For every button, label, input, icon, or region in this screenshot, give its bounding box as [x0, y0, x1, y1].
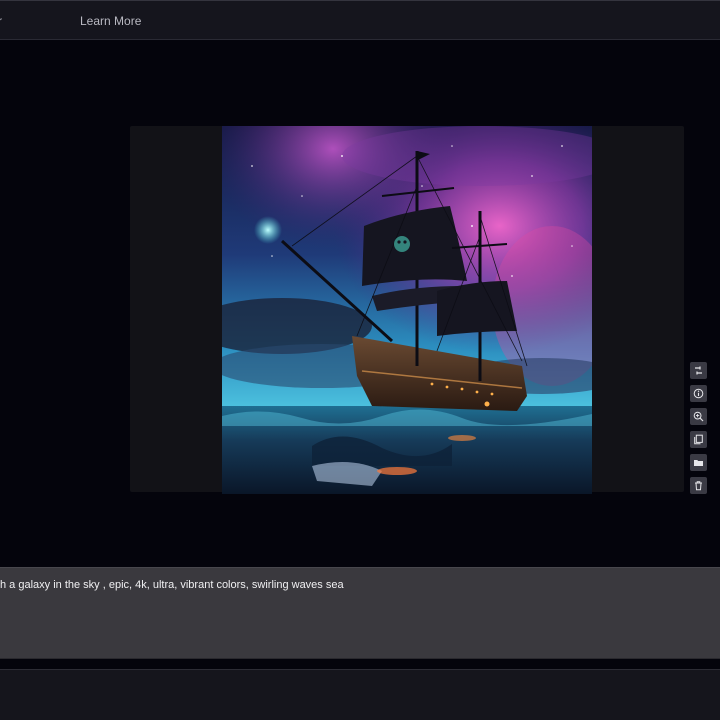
info-button[interactable] [690, 385, 707, 402]
nav-learn-more-link[interactable]: Learn More [80, 14, 141, 28]
generated-image[interactable] [222, 126, 592, 494]
nav-item-partial[interactable]: r [0, 14, 2, 28]
image-toolbar [690, 362, 708, 500]
prompt-text: h a galaxy in the sky , epic, 4k, ultra,… [0, 579, 344, 591]
bottom-bar [0, 669, 720, 720]
copy-icon [694, 434, 703, 445]
delete-button[interactable] [690, 477, 707, 494]
top-nav-bar: r Learn More [0, 0, 720, 40]
adjust-icon [695, 366, 702, 375]
info-icon [693, 388, 704, 399]
folder-icon [694, 460, 703, 466]
trash-icon [695, 481, 702, 491]
folder-button[interactable] [690, 454, 707, 471]
zoom-in-icon [693, 411, 704, 422]
pirate-ship-illustration [222, 126, 592, 494]
copy-button[interactable] [690, 431, 707, 448]
prompt-input[interactable]: h a galaxy in the sky , epic, 4k, ultra,… [0, 567, 720, 659]
zoom-in-button[interactable] [690, 408, 707, 425]
adjust-button[interactable] [690, 362, 707, 379]
